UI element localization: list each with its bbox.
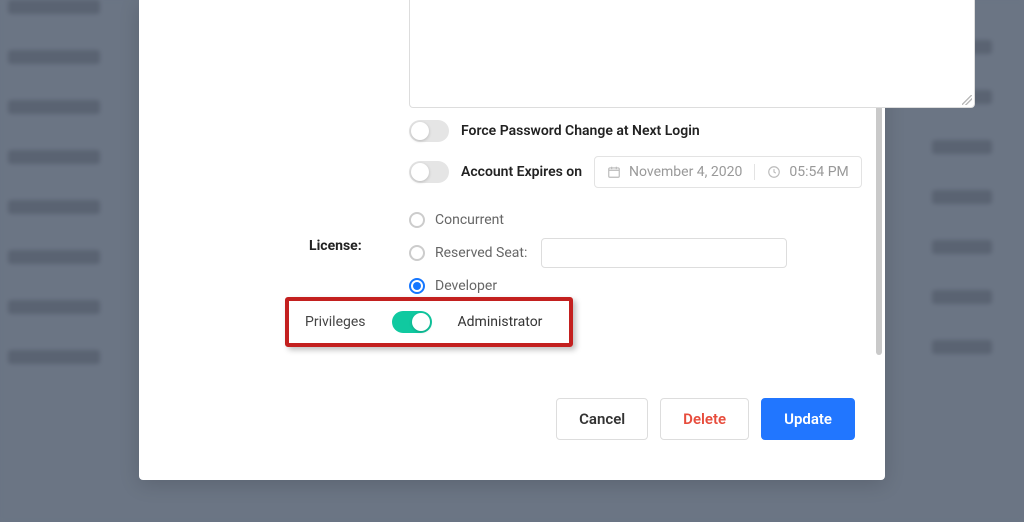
license-radio-concurrent[interactable] <box>409 212 425 228</box>
administrator-label: Administrator <box>458 314 543 330</box>
notes-textarea[interactable] <box>409 0 975 108</box>
privileges-highlight-box: Privileges Administrator <box>285 297 573 347</box>
bg-sidebar-placeholder <box>0 0 100 522</box>
calendar-icon <box>607 165 621 179</box>
user-settings-modal: Force Password Change at Next Login Acco… <box>139 0 885 480</box>
account-expires-toggle[interactable] <box>409 161 449 183</box>
license-radio-group: Concurrent Reserved Seat: Developer <box>409 212 787 294</box>
expire-time-value: 05:54 PM <box>789 164 848 180</box>
cancel-button[interactable]: Cancel <box>556 398 648 440</box>
modal-footer: Cancel Delete Update <box>556 398 855 440</box>
expire-date-value: November 4, 2020 <box>629 164 742 180</box>
delete-button[interactable]: Delete <box>660 398 749 440</box>
clock-icon <box>767 165 781 179</box>
license-label-concurrent: Concurrent <box>435 212 504 228</box>
privileges-label: Privileges <box>305 314 366 330</box>
license-label-reserved: Reserved Seat: <box>435 245 527 261</box>
update-button[interactable]: Update <box>761 398 855 440</box>
administrator-toggle[interactable] <box>392 311 432 333</box>
force-password-toggle[interactable] <box>409 120 449 142</box>
reserved-seat-input[interactable] <box>541 238 787 268</box>
account-expires-row: Account Expires on November 4, 2020 05:5… <box>409 156 862 188</box>
license-radio-developer[interactable] <box>409 278 425 294</box>
license-label-developer: Developer <box>435 278 497 294</box>
force-password-label: Force Password Change at Next Login <box>461 123 700 139</box>
expire-datetime-picker[interactable]: November 4, 2020 05:54 PM <box>594 156 862 188</box>
license-radio-reserved[interactable] <box>409 245 425 261</box>
account-expires-label: Account Expires on <box>461 164 582 180</box>
license-section-label: License: <box>309 238 362 254</box>
force-password-row: Force Password Change at Next Login <box>409 120 700 142</box>
